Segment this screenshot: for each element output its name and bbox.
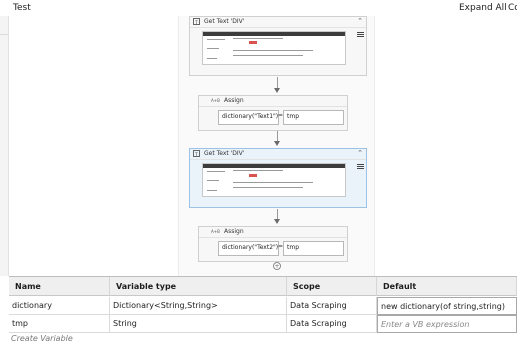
assign-activity-2[interactable]: A+B Assign dictionary("Text2") = tmp	[198, 226, 348, 262]
left-pane	[0, 16, 9, 276]
variable-name-cell[interactable]: tmp	[9, 315, 110, 333]
variable-scope-cell[interactable]: Data Scraping	[287, 315, 377, 333]
assign-value-field[interactable]: tmp	[283, 110, 344, 125]
workflow-title: Test	[13, 3, 31, 13]
get-text-activity-1[interactable]: T Get Text 'DIV' ⌃	[189, 16, 367, 76]
variables-panel: Name Variable type Scope Default diction…	[9, 276, 517, 354]
variable-type-cell[interactable]: String	[110, 315, 287, 333]
column-header-type[interactable]: Variable type	[110, 277, 287, 296]
variable-type-cell[interactable]: Dictionary<String,String>	[110, 297, 287, 315]
activity-menu-icon[interactable]	[357, 31, 364, 39]
create-variable-link[interactable]: Create Variable	[11, 334, 73, 343]
activity-header	[199, 96, 347, 107]
column-header-scope[interactable]: Scope	[287, 277, 377, 296]
assign-to-field[interactable]: dictionary("Text2")	[218, 241, 279, 256]
get-text-icon: T	[193, 150, 200, 157]
expand-all-button[interactable]: Expand All	[459, 3, 507, 13]
activity-title: Get Text 'DIV'	[204, 150, 245, 157]
assign-activity-1[interactable]: A+B Assign dictionary("Text1") = tmp	[198, 95, 348, 131]
column-header-default[interactable]: Default	[377, 277, 517, 296]
collapse-chevron-icon[interactable]: ⌃	[357, 17, 363, 25]
activity-menu-icon[interactable]	[357, 163, 364, 171]
variable-default-input[interactable]: Enter a VB expression	[377, 315, 517, 333]
activity-title: Assign	[224, 228, 244, 235]
collapse-chevron-icon[interactable]: ⌃	[357, 149, 363, 157]
get-text-activity-2[interactable]: T Get Text 'DIV' ⌃	[189, 148, 367, 208]
collapse-all-button[interactable]: Co	[508, 3, 517, 13]
indicated-element-screenshot	[202, 163, 346, 197]
assign-icon: A+B	[211, 229, 220, 234]
variable-name-cell[interactable]: dictionary	[9, 297, 110, 315]
assign-value-field[interactable]: tmp	[283, 241, 344, 256]
activity-title: Assign	[224, 97, 244, 104]
assign-to-field[interactable]: dictionary("Text1")	[218, 110, 279, 125]
variable-scope-cell[interactable]: Data Scraping	[287, 297, 377, 315]
column-header-name[interactable]: Name	[9, 277, 110, 296]
indicated-element-screenshot	[202, 31, 346, 65]
variable-default-input[interactable]: new dictionary(of string,string)	[377, 297, 517, 315]
designer-header	[0, 0, 517, 16]
activity-header	[199, 227, 347, 238]
assign-icon: A+B	[211, 98, 220, 103]
get-text-icon: T	[193, 18, 200, 25]
add-activity-button[interactable]: +	[273, 262, 281, 270]
activity-title: Get Text 'DIV'	[204, 18, 245, 25]
